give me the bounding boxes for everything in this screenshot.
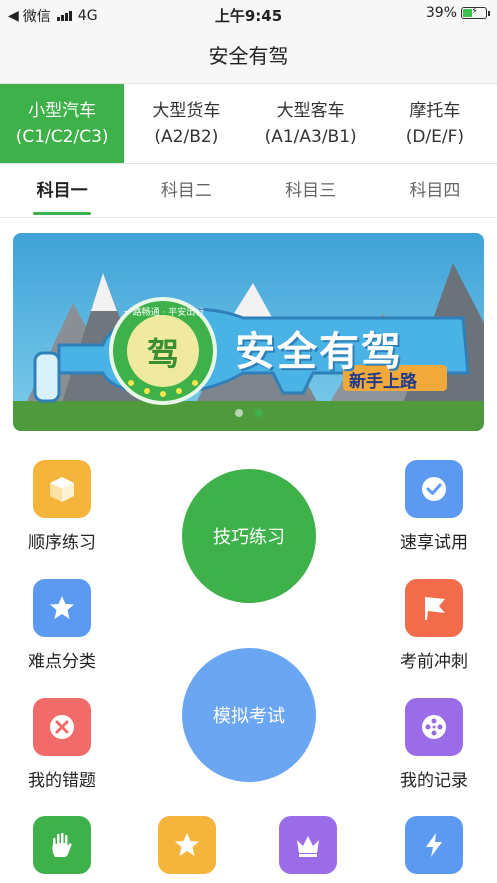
mock-exam-button[interactable]: 模拟考试 [182,648,316,782]
skill-practice-button[interactable]: 技巧练习 [182,469,316,603]
my-records-label: 我的记录 [400,771,468,791]
tab-label: 小型汽车 [28,100,97,121]
pager-dot [234,409,243,417]
status-bar: ◀ 微信 4G 上午9:45 39% ⚡ [0,0,497,28]
tab-codes: (A2/B2) [154,126,219,147]
star-icon [33,579,91,637]
check-circle-icon [405,460,463,518]
quick-trial-label: 速享试用 [400,533,468,553]
bottom-item-4[interactable] [379,816,489,874]
tab-large-truck[interactable]: 大型货车 (A2/B2) [124,84,248,163]
tab-large-bus[interactable]: 大型客车 (A1/A3/B1) [249,84,373,163]
sequence-practice-button[interactable]: 顺序练习 [7,460,117,553]
my-mistakes-label: 我的错题 [28,771,96,791]
banner-ring-text: 一路畅通 · 平安出行 [123,308,205,318]
tab-codes: (D/E/F) [405,126,465,147]
skill-practice-label: 技巧练习 [213,527,285,548]
license-type-tabs: 小型汽车 (C1/C2/C3) 大型货车 (A2/B2) 大型客车 (A1/A3… [0,84,497,164]
tab-codes: (C1/C2/C3) [15,126,109,147]
lightning-icon [405,816,463,874]
pre-exam-sprint-button[interactable]: 考前冲刺 [379,579,489,672]
tab-motorcycle[interactable]: 摩托车 (D/E/F) [373,84,497,163]
difficulty-category-button[interactable]: 难点分类 [7,579,117,672]
flag-icon [405,579,463,637]
battery-percent: 39% [425,5,457,21]
tab-subject-4[interactable]: 科目四 [373,166,497,217]
difficulty-category-label: 难点分类 [28,652,96,672]
close-circle-icon [33,698,91,756]
tab-codes: (A1/A3/B1) [264,126,357,147]
tab-subject-3[interactable]: 科目三 [249,166,373,217]
bottom-item-2[interactable] [132,816,242,874]
my-mistakes-button[interactable]: 我的错题 [7,698,117,791]
promo-banner[interactable]: 驾 一路畅通 · 平安出行 安全有驾 新手上路 [13,233,484,431]
page-title: 安全有驾 [0,28,497,84]
sequence-practice-label: 顺序练习 [28,533,96,553]
film-reel-icon [405,698,463,756]
tab-label: 大型客车 [276,100,345,121]
clock: 上午9:45 [214,7,283,25]
tab-small-car[interactable]: 小型汽车 (C1/C2/C3) [0,84,125,163]
bottom-item-3[interactable] [253,816,363,874]
star-icon [158,816,216,874]
tab-subject-2[interactable]: 科目二 [124,166,248,217]
banner-pager [13,409,484,417]
tab-label: 摩托车 [409,100,461,121]
mock-exam-label: 模拟考试 [213,706,285,727]
my-records-button[interactable]: 我的记录 [379,698,489,791]
battery-icon: ⚡ [461,6,490,19]
tab-label: 大型货车 [152,100,221,121]
box-icon [33,460,91,518]
quick-trial-button[interactable]: 速享试用 [379,460,489,553]
bottom-item-1[interactable] [7,816,117,874]
pre-exam-sprint-label: 考前冲刺 [400,652,468,672]
tab-subject-1[interactable]: 科目一 [0,166,124,217]
banner-tag: 新手上路 [349,372,417,392]
subject-tabs: 科目一 科目二 科目三 科目四 [0,166,497,218]
banner-badge-char: 驾 [147,335,180,373]
hand-icon [33,816,91,874]
pager-dot-active [254,409,263,417]
crown-icon [279,816,337,874]
